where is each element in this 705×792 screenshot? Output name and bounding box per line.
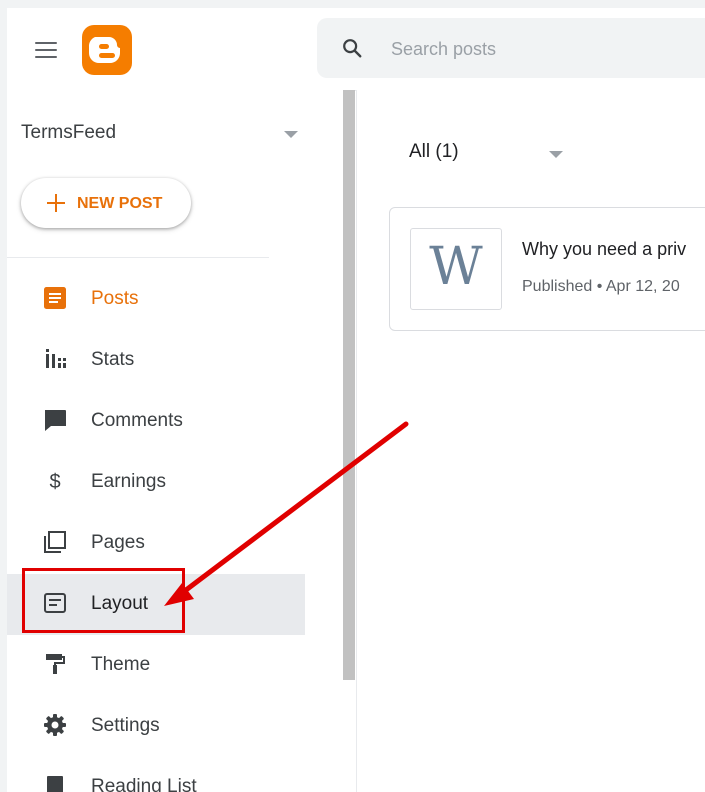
new-post-label: NEW POST <box>77 195 163 212</box>
sidebar-item-posts[interactable]: Posts <box>7 269 305 330</box>
divider <box>7 257 269 258</box>
search-bar[interactable] <box>317 18 705 78</box>
filter-label: All (1) <box>409 141 459 162</box>
post-filter-dropdown[interactable]: All (1) <box>409 138 569 168</box>
thumbnail-letter: W <box>429 237 483 297</box>
bookmark-icon <box>47 776 63 792</box>
search-icon[interactable] <box>341 37 363 59</box>
post-thumbnail: W <box>410 228 502 310</box>
sidebar-item-pages[interactable]: Pages <box>7 513 305 574</box>
chevron-down-icon <box>549 151 563 158</box>
sidebar-item-label: Posts <box>91 288 139 309</box>
posts-icon <box>44 287 66 309</box>
pages-icon <box>44 531 66 553</box>
sidebar-item-label: Theme <box>91 654 151 675</box>
sidebar-nav: Posts Stats Comments $ Earnings Pages La… <box>7 269 343 792</box>
layout-icon <box>44 593 66 613</box>
sidebar-scrollbar[interactable] <box>343 90 355 680</box>
dollar-icon: $ <box>49 471 60 493</box>
blogger-dashboard: TermsFeed NEW POST Posts <box>7 8 705 792</box>
gear-icon <box>44 714 66 736</box>
svg-text:$: $ <box>49 471 60 493</box>
paint-roller-icon <box>46 654 65 674</box>
sidebar-item-reading-list[interactable]: Reading List <box>7 757 305 792</box>
sidebar-item-label: Pages <box>91 532 145 553</box>
sidebar-item-settings[interactable]: Settings <box>7 696 305 757</box>
sidebar-item-layout[interactable]: Layout <box>7 574 305 635</box>
sidebar-item-label: Reading List <box>91 776 197 792</box>
new-post-button[interactable]: NEW POST <box>21 178 191 228</box>
top-bar <box>7 8 705 91</box>
sidebar-item-comments[interactable]: Comments <box>7 391 305 452</box>
sidebar-item-label: Earnings <box>91 471 166 492</box>
sidebar-item-theme[interactable]: Theme <box>7 635 305 696</box>
sidebar-item-label: Comments <box>91 410 183 431</box>
search-input[interactable] <box>389 32 703 66</box>
sidebar-item-label: Stats <box>91 349 135 370</box>
post-title[interactable]: Why you need a priv <box>522 239 686 260</box>
blog-name: TermsFeed <box>21 122 117 143</box>
post-item[interactable]: W Why you need a priv Published • Apr 12… <box>389 207 705 331</box>
sidebar-item-label: Settings <box>91 715 160 736</box>
sidebar-item-label: Layout <box>91 593 149 614</box>
chevron-down-icon <box>284 131 298 138</box>
stats-icon <box>46 349 66 368</box>
blog-selector[interactable]: TermsFeed <box>21 118 311 148</box>
blogger-logo-icon[interactable] <box>82 25 132 75</box>
sidebar: TermsFeed NEW POST Posts Stats Comments … <box>7 90 343 792</box>
sidebar-item-stats[interactable]: Stats <box>7 330 305 391</box>
sidebar-item-earnings[interactable]: $ Earnings <box>7 452 305 513</box>
posts-list-panel: All (1) W Why you need a priv Published … <box>357 90 705 792</box>
plus-icon <box>47 194 65 212</box>
comments-icon <box>45 410 66 431</box>
hamburger-menu-icon[interactable] <box>35 42 57 58</box>
post-status: Published • Apr 12, 20 <box>522 278 680 295</box>
